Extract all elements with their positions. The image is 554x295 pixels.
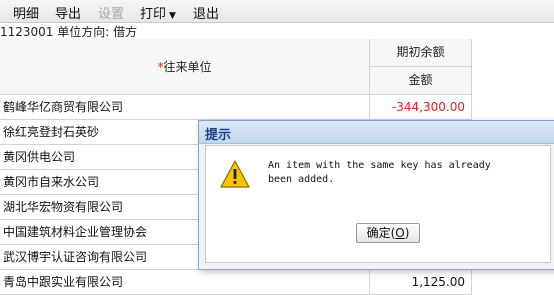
amount-cell[interactable]: -344,300.00 [370,95,472,120]
company-name-cell[interactable]: 鹤峰华亿商贸有限公司 [0,95,370,120]
alert-dialog: 提示 An item with the same key has already… [198,120,554,270]
print-label: 打印 [140,7,167,22]
ok-mnemonic: O [395,226,405,240]
account-info: 1123001 单位方向: 借方 [0,25,138,39]
table-row[interactable]: 青岛中跟实业有限公司 1,125.00 [0,270,554,295]
dialog-title: 提示 [205,128,232,143]
amount-cell[interactable]: 1,125.00 [370,270,472,295]
column-header-company[interactable]: *往来单位 [0,39,370,95]
toolbar: 明细 导出 设置 打印 ▼ 退出 [0,0,554,23]
table-row[interactable]: 鹤峰华亿商贸有限公司 -344,300.00 [0,95,554,120]
dialog-title-bar[interactable]: 提示 [199,121,554,144]
column-group-opening-balance: 期初余额 [370,39,472,67]
detail-button[interactable]: 明细 [13,3,39,22]
warning-icon [220,160,250,188]
dialog-body: An item with the same key has already be… [205,145,551,263]
export-button[interactable]: 导出 [55,3,81,22]
exit-button[interactable]: 退出 [193,3,219,22]
dialog-message: An item with the same key has already be… [268,160,491,185]
company-name-cell[interactable]: 青岛中跟实业有限公司 [0,270,370,295]
ok-suffix: ) [404,226,410,240]
print-button[interactable]: 打印 ▼ [140,3,176,22]
ok-button[interactable]: 确定(O) [356,223,420,243]
column-header-company-label: 往来单位 [163,60,212,74]
column-header-amount[interactable]: 金额 [370,67,472,95]
settings-button: 设置 [98,7,125,22]
chevron-down-icon[interactable]: ▼ [169,11,176,21]
ok-label: 确定( [366,226,396,240]
